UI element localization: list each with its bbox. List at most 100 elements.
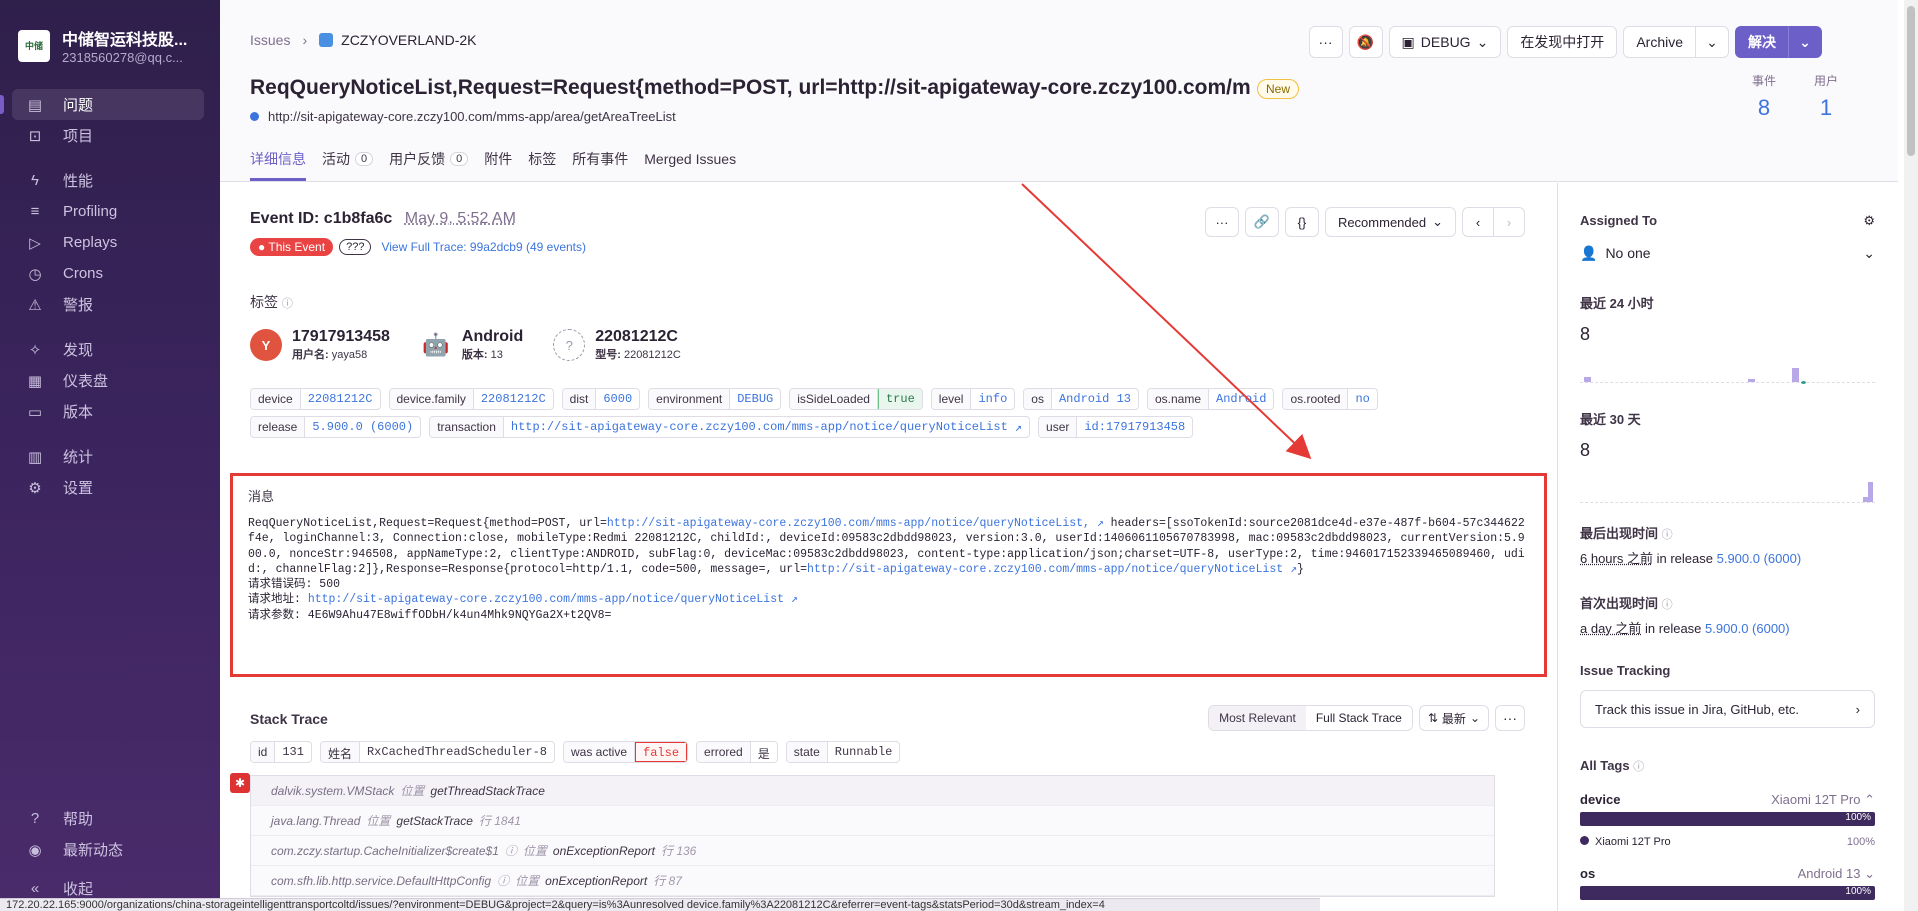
sidebar-item-settings[interactable]: ⚙ 设置 <box>0 472 220 503</box>
last-seen-time[interactable]: 6 hours 之前 <box>1580 551 1653 566</box>
message-link[interactable]: http://sit-apigateway-core.zczy100.com/m… <box>807 563 1283 576</box>
view-full-trace-link[interactable]: View Full Trace: 99a2dcb9 (49 events) <box>381 240 586 254</box>
tag-pill[interactable]: transaction http://sit-apigateway-core.zc… <box>429 416 1031 438</box>
event-trace-row: ● This Event ??? View Full Trace: 99a2dc… <box>250 238 586 256</box>
last-release-link[interactable]: 5.900.0 (6000) <box>1717 551 1802 566</box>
json-button[interactable]: {} <box>1284 207 1319 237</box>
sidebar-item-alerts[interactable]: ⚠ 警报 <box>0 289 220 320</box>
stack-frame[interactable]: com.sfh.lib.http.service.DefaultHttpConf… <box>251 866 1494 896</box>
tab-details[interactable]: 详细信息 <box>250 149 306 181</box>
org-email: 2318560278@qq.c... <box>62 50 183 65</box>
sidebar-item-performance[interactable]: ϟ 性能 <box>0 165 220 196</box>
tab-label: 详细信息 <box>250 151 306 167</box>
archive-options-button[interactable]: ⌄ <box>1695 26 1729 58</box>
tag-value: Android <box>1216 392 1267 406</box>
tag-pill[interactable]: user id:17917913458 <box>1038 416 1194 438</box>
breadcrumb-project[interactable]: ZCZYOVERLAND-2K <box>341 32 476 48</box>
card-title: 17917913458 <box>292 328 390 345</box>
sidebar-item-discover[interactable]: ✧ 发现 <box>0 334 220 365</box>
sort-dropdown[interactable]: ⇅ 最新 ⌄ <box>1418 705 1489 731</box>
sidebar-item-whats-new[interactable]: ◉ 最新动态 <box>0 834 220 865</box>
stack-frame[interactable]: com.zczy.startup.CacheInitializer$create… <box>251 836 1494 866</box>
event-id-value[interactable]: c1b8fa6c <box>324 210 393 227</box>
tab-attachments[interactable]: 附件 <box>484 149 512 181</box>
android-icon: 🤖 <box>422 332 450 357</box>
external-link-icon[interactable]: ↗ <box>1090 517 1104 530</box>
os-tag-header[interactable]: os Android 13 ⌄ <box>1580 866 1875 882</box>
tag-pill[interactable]: os.name Android <box>1146 388 1275 410</box>
copy-link-button[interactable]: 🔗 <box>1244 207 1279 237</box>
environment-label: DEBUG <box>1420 34 1471 50</box>
tag-pill[interactable]: device.family 22081212C <box>388 388 554 410</box>
track-issue-button[interactable]: Track this issue in Jira, GitHub, etc. › <box>1580 690 1875 728</box>
info-icon: ⓘ <box>1661 599 1673 611</box>
first-seen-time[interactable]: a day 之前 <box>1580 621 1641 636</box>
mute-button[interactable]: 🔕 <box>1348 26 1383 58</box>
user-context-card[interactable]: Y 17917913458 用户名: yaya58 <box>250 328 390 362</box>
message-link[interactable]: http://sit-apigateway-core.zczy100.com/m… <box>607 517 1090 530</box>
last-24h-heading: 最近 24 小时 <box>1580 296 1654 311</box>
sidebar-item-projects[interactable]: ⊡ 项目 <box>0 120 220 151</box>
tab-tags[interactable]: 标签 <box>528 149 556 181</box>
breadcrumb-issues[interactable]: Issues <box>250 32 290 48</box>
sidebar-item-releases[interactable]: ▭ 版本 <box>0 396 220 427</box>
tab-merged-issues[interactable]: Merged Issues <box>644 149 736 181</box>
page-scrollbar[interactable] <box>1904 0 1918 911</box>
tag-item-name: Xiaomi 12T Pro <box>1595 836 1671 848</box>
recommended-dropdown[interactable]: Recommended ⌄ <box>1324 207 1456 237</box>
sidebar-item-replays[interactable]: ▷ Replays <box>0 227 220 258</box>
message-link[interactable]: http://sit-apigateway-core.zczy100.com/m… <box>308 593 784 606</box>
tag-pill[interactable]: level info <box>930 388 1016 410</box>
device-context-card[interactable]: ? 22081212C 型号: 22081212C <box>553 328 681 362</box>
resolve-button[interactable]: 解决 <box>1735 26 1789 58</box>
sidebar-item-crons[interactable]: ◷ Crons <box>0 258 220 289</box>
environment-dropdown[interactable]: ▣ DEBUG ⌄ <box>1388 26 1502 58</box>
gear-icon[interactable]: ⚙ <box>1863 213 1875 229</box>
sidebar-item-stats[interactable]: ▥ 统计 <box>0 441 220 472</box>
tag-pill[interactable]: environment DEBUG <box>648 388 782 410</box>
event-more-button[interactable]: ··· <box>1204 207 1239 237</box>
org-switcher[interactable]: 中储 中储智运科技股... 2318560278@qq.c... <box>0 0 220 65</box>
device-tag-header[interactable]: device Xiaomi 12T Pro ⌃ <box>1580 792 1875 808</box>
tab-activity[interactable]: 活动 0 <box>322 149 374 181</box>
prev-event-button[interactable]: ‹ <box>1462 207 1494 237</box>
tab-all-events[interactable]: 所有事件 <box>572 149 628 181</box>
stack-frame[interactable]: java.lang.Thread 位置 getStackTrace 行 1841 <box>251 806 1494 836</box>
next-event-button[interactable]: › <box>1493 207 1525 237</box>
scrollbar-thumb[interactable] <box>1907 6 1915 156</box>
sidebar-item-help[interactable]: ? 帮助 <box>0 803 220 834</box>
open-in-discover-button[interactable]: 在发现中打开 <box>1507 26 1618 58</box>
events-stat[interactable]: 事件 8 <box>1752 72 1776 121</box>
assignee-dropdown[interactable]: 👤 No one ⌄ <box>1580 245 1875 262</box>
archive-button[interactable]: Archive <box>1623 26 1696 58</box>
first-release-link[interactable]: 5.900.0 (6000) <box>1705 621 1790 636</box>
tag-pill[interactable]: isSideLoaded true <box>789 388 923 410</box>
tag-pill[interactable]: device 22081212C <box>250 388 381 410</box>
stack-more-button[interactable]: ··· <box>1495 705 1525 731</box>
stack-frame[interactable]: dalvik.system.VMStack 位置 getThreadStackTra… <box>251 776 1494 806</box>
tag-pill[interactable]: release 5.900.0 (6000) <box>250 416 422 438</box>
chevron-right-icon: › <box>1506 214 1512 230</box>
tag-pill[interactable]: dist 6000 <box>561 388 641 410</box>
last-24h-count: 8 <box>1580 324 1591 344</box>
tag-pill[interactable]: os.rooted no <box>1282 388 1378 410</box>
external-link-icon[interactable]: ↗ <box>1015 417 1029 437</box>
sort-label: 最新 <box>1441 711 1466 726</box>
card-sub-label: 型号: <box>595 349 621 361</box>
sidebar-item-profiling[interactable]: ≡ Profiling <box>0 196 220 227</box>
sidebar-item-issues[interactable]: ▤ 问题 <box>0 89 204 120</box>
breadcrumb: Issues › ZCZYOVERLAND-2K <box>250 32 477 48</box>
device-tag-item[interactable]: Xiaomi 12T Pro 100% <box>1580 836 1875 848</box>
most-relevant-button[interactable]: Most Relevant <box>1209 706 1306 730</box>
external-link-icon[interactable]: ↗ <box>784 593 798 606</box>
users-stat[interactable]: 用户 1 <box>1814 72 1838 121</box>
full-stack-trace-button[interactable]: Full Stack Trace <box>1305 706 1412 730</box>
card-title: Android <box>461 328 524 345</box>
more-actions-button[interactable]: ··· <box>1308 26 1343 58</box>
tag-pill[interactable]: os Android 13 <box>1023 388 1139 410</box>
sidebar-item-dashboards[interactable]: ▦ 仪表盘 <box>0 365 220 396</box>
external-link-icon[interactable]: ↗ <box>1283 563 1297 576</box>
os-context-card[interactable]: 🤖 Android 版本: 13 <box>420 328 523 362</box>
tab-user-feedback[interactable]: 用户反馈 0 <box>389 149 469 181</box>
resolve-options-button[interactable]: ⌄ <box>1788 26 1822 58</box>
